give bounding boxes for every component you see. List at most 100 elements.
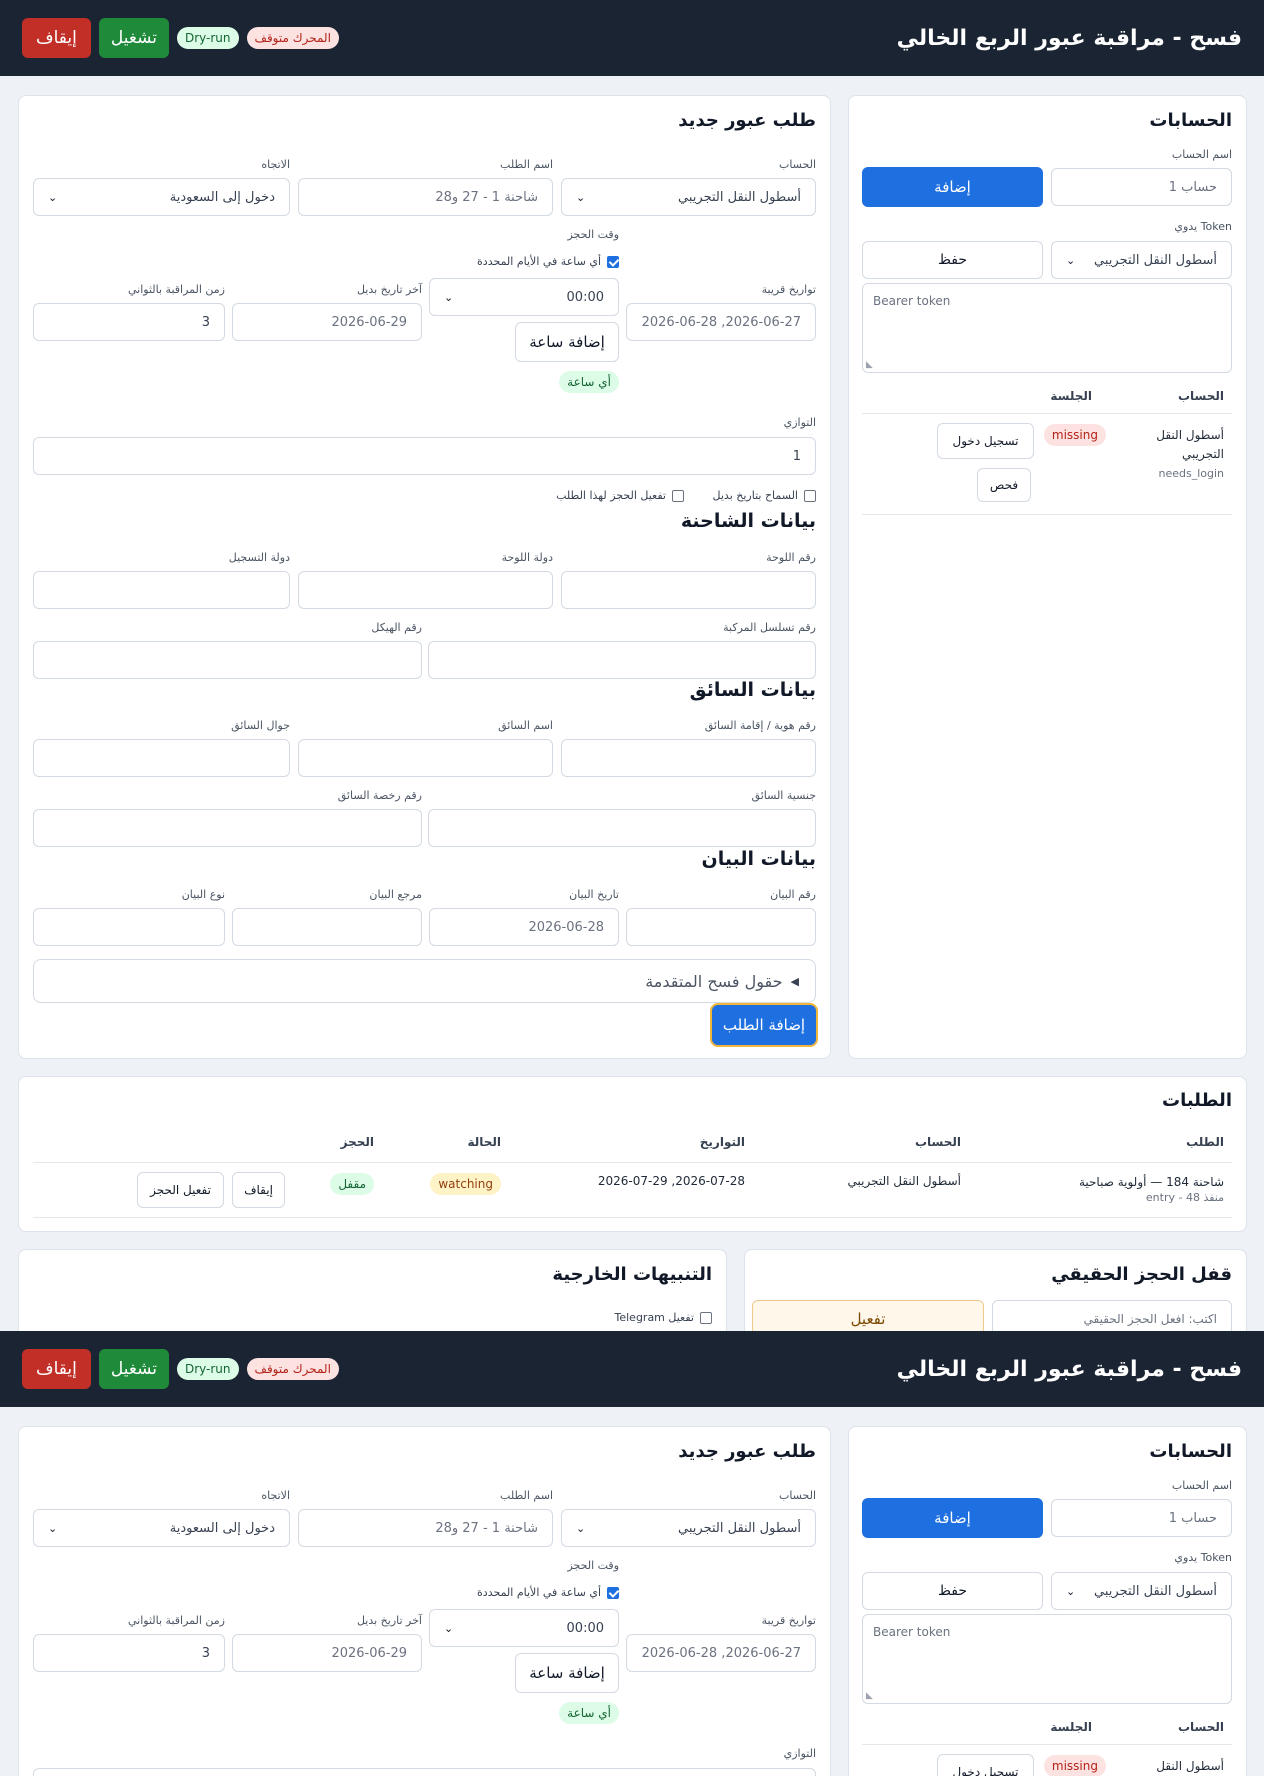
driver-id-input[interactable] — [561, 739, 816, 777]
add-hour-button[interactable]: إضافة ساعة — [515, 322, 619, 362]
monitor-interval-input[interactable]: 3 — [33, 1634, 225, 1672]
any-hour-label: أي ساعة في الأيام المحددة — [477, 255, 601, 268]
accounts-row-divider — [862, 514, 1232, 515]
plate-number-input[interactable] — [561, 571, 816, 609]
parallel-label: التوازي — [783, 1747, 816, 1760]
token-account-select[interactable]: أسطول النقل التجريبي ⌄ — [1051, 241, 1232, 279]
manual-token-label: Token يدوي — [1174, 220, 1232, 233]
request-account-value: أسطول النقل التجريبي — [678, 1520, 801, 1536]
login-button[interactable]: تسجيل دخول — [937, 1754, 1034, 1776]
accounts-header-divider — [862, 413, 1232, 414]
direction-value: دخول إلى السعودية — [169, 1520, 275, 1536]
add-account-button[interactable]: إضافة — [862, 1498, 1043, 1538]
bearer-token-textarea[interactable]: Bearer token ◢ — [862, 1614, 1232, 1704]
driver-id-label: رقم هوية / إقامة السائق — [704, 719, 816, 732]
dry-run-badge: Dry-run — [176, 1358, 239, 1380]
hour-select[interactable]: 00:00 ⌄ — [429, 1609, 619, 1647]
bearer-token-textarea[interactable]: Bearer token ◢ — [862, 283, 1232, 373]
telegram-label: تفعيل Telegram — [614, 1311, 695, 1324]
allow-alt-date-checkbox[interactable] — [804, 489, 816, 502]
stop-request-button[interactable]: إيقاف — [232, 1172, 285, 1208]
nearby-dates-input[interactable]: 2026-06-27, 2026-06-28 — [626, 1634, 816, 1672]
advanced-fields-toggle[interactable]: ◀ حقول فسح المتقدمة — [33, 959, 816, 1003]
any-hour-checkbox-row[interactable]: أي ساعة في الأيام المحددة — [477, 1586, 619, 1599]
enable-booking-row[interactable]: تفعيل الحجز لهذا الطلب — [556, 489, 684, 502]
last-alt-date-input[interactable]: 2026-06-29 — [232, 1634, 422, 1672]
account-row-name: أسطول النقل — [1156, 1759, 1224, 1773]
account-name-input[interactable]: حساب 1 — [1051, 168, 1232, 206]
accounts-col-account: الحساب — [1177, 389, 1224, 403]
any-hour-checkbox[interactable] — [607, 1586, 619, 1599]
driver-nationality-input[interactable] — [428, 809, 816, 847]
request-name-input[interactable]: شاحنة 1 - 27 و28 — [298, 178, 553, 216]
submit-request-button[interactable]: إضافة الطلب — [712, 1005, 816, 1045]
manifest-number-input[interactable] — [626, 908, 816, 946]
registration-country-input[interactable] — [33, 571, 290, 609]
monitor-interval-label: زمن المراقبة بالثواني — [128, 283, 225, 296]
resize-handle-icon[interactable]: ◢ — [866, 1691, 873, 1701]
chassis-input[interactable] — [33, 641, 422, 679]
request-account-select[interactable]: أسطول النقل التجريبي ⌄ — [561, 178, 816, 216]
any-hour-checkbox-row[interactable]: أي ساعة في الأيام المحددة — [477, 255, 619, 268]
save-token-button[interactable]: حفظ — [862, 241, 1043, 279]
account-name-input[interactable]: حساب 1 — [1051, 1499, 1232, 1537]
stop-engine-button[interactable]: إيقاف — [22, 18, 91, 58]
run-engine-button[interactable]: تشغيل — [98, 1349, 169, 1389]
manifest-date-input[interactable]: 2026-06-28 — [429, 908, 619, 946]
monitor-interval-input[interactable]: 3 — [33, 303, 225, 341]
top-bar: فسح - مراقبة عبور الربع الخالي إيقاف تشغ… — [0, 1331, 1264, 1407]
parallel-input[interactable]: 1 — [33, 1768, 816, 1776]
save-token-button[interactable]: حفظ — [862, 1572, 1043, 1610]
activate-real-lock-button[interactable]: تفعيل — [752, 1300, 984, 1331]
check-session-button[interactable]: فحص — [977, 468, 1031, 502]
login-button[interactable]: تسجيل دخول — [937, 423, 1034, 459]
real-lock-input[interactable]: اكتب: افعل الحجز الحقيقي — [992, 1300, 1232, 1331]
chevron-down-icon: ⌄ — [48, 190, 58, 204]
direction-select[interactable]: دخول إلى السعودية ⌄ — [33, 1509, 290, 1547]
telegram-checkbox[interactable] — [700, 1311, 712, 1324]
manifest-type-input[interactable] — [33, 908, 225, 946]
accounts-header-divider — [862, 1744, 1232, 1745]
manifest-ref-input[interactable] — [232, 908, 422, 946]
parallel-input[interactable]: 1 — [33, 437, 816, 475]
allow-alt-date-row[interactable]: السماح بتاريخ بديل — [713, 489, 816, 502]
last-alt-date-input[interactable]: 2026-06-29 — [232, 303, 422, 341]
request-name-input[interactable]: شاحنة 1 - 27 و28 — [298, 1509, 553, 1547]
real-lock-title: قفل الحجز الحقيقي — [1051, 1264, 1232, 1285]
driver-name-input[interactable] — [298, 739, 553, 777]
chevron-down-icon: ⌄ — [576, 1521, 586, 1535]
hour-value: 00:00 — [566, 1620, 604, 1636]
enable-booking-button[interactable]: تفعيل الحجز — [137, 1172, 224, 1208]
stop-engine-button[interactable]: إيقاف — [22, 1349, 91, 1389]
accounts-col-session: الجلسة — [1050, 1720, 1092, 1734]
screen-capture-2: فسح - مراقبة عبور الربع الخالي إيقاف تشغ… — [0, 1331, 1264, 1776]
account-name-label: اسم الحساب — [1171, 148, 1232, 161]
requests-col-request: الطلب — [1186, 1135, 1224, 1149]
new-request-title: طلب عبور جديد — [678, 1441, 816, 1462]
requests-col-account: الحساب — [914, 1135, 961, 1149]
booking-time-label: وقت الحجز — [567, 228, 619, 241]
direction-select[interactable]: دخول إلى السعودية ⌄ — [33, 178, 290, 216]
driver-mobile-input[interactable] — [33, 739, 290, 777]
bearer-token-placeholder: Bearer token — [873, 294, 951, 308]
enable-booking-checkbox[interactable] — [672, 489, 684, 502]
manifest-section-title: بيانات البيان — [701, 848, 816, 870]
add-hour-button[interactable]: إضافة ساعة — [515, 1653, 619, 1693]
driver-license-input[interactable] — [33, 809, 422, 847]
nearby-dates-label: تواريخ قريبة — [761, 283, 816, 296]
hour-select[interactable]: 00:00 ⌄ — [429, 278, 619, 316]
nearby-dates-input[interactable]: 2026-06-27, 2026-06-28 — [626, 303, 816, 341]
run-engine-button[interactable]: تشغيل — [98, 18, 169, 58]
telegram-checkbox-row[interactable]: تفعيل Telegram — [614, 1311, 712, 1324]
last-alt-date-label: آخر تاريخ بديل — [356, 1614, 422, 1627]
resize-handle-icon[interactable]: ◢ — [866, 360, 873, 370]
vehicle-serial-input[interactable] — [428, 641, 816, 679]
request-row-name: شاحنة 184 — أولوية صباحية منفذ 48 - entr… — [1078, 1175, 1224, 1204]
request-account-select[interactable]: أسطول النقل التجريبي ⌄ — [561, 1509, 816, 1547]
token-account-select[interactable]: أسطول النقل التجريبي ⌄ — [1051, 1572, 1232, 1610]
add-account-button[interactable]: إضافة — [862, 167, 1043, 207]
plate-country-input[interactable] — [298, 571, 553, 609]
requests-row-divider — [33, 1217, 1232, 1218]
any-hour-checkbox[interactable] — [607, 255, 619, 268]
direction-value: دخول إلى السعودية — [169, 189, 275, 205]
